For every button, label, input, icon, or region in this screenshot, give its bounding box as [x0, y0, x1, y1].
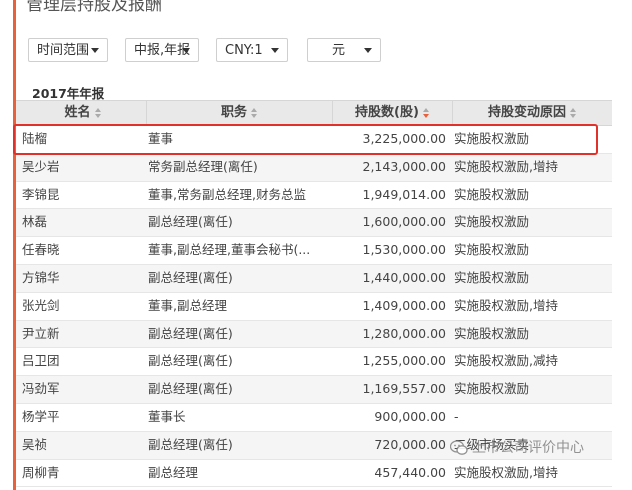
cell-reason: 实施股权激励,增持 — [454, 158, 558, 174]
unit-label: 元 — [332, 43, 346, 58]
cell-position: 常务副总经理(离任) — [148, 158, 258, 174]
cell-reason: 实施股权激励,增持 — [454, 297, 558, 313]
cell-position: 副总经理(离任) — [148, 269, 233, 285]
cell-shares: 457,440.00 — [374, 464, 446, 480]
chevron-down-icon — [182, 48, 190, 53]
table-row[interactable]: 林磊 副总经理(离任) 1,600,000.00 实施股权激励 — [16, 209, 612, 238]
chevron-down-icon — [91, 48, 99, 53]
cell-reason: 实施股权激励 — [454, 131, 530, 146]
table-row[interactable]: 方锦华 副总经理(离任) 1,440,000.00 实施股权激励 — [16, 264, 612, 293]
cell-shares: 1,409,000.00 — [362, 297, 447, 313]
cell-position: 董事,常务副总经理,财务总监 — [148, 186, 306, 202]
watermark-text: 上市公司评价中心 — [472, 440, 584, 456]
cell-name: 张光剑 — [22, 297, 60, 313]
column-header-name[interactable]: 姓名 — [20, 101, 146, 125]
cell-position: 副总经理(离任) — [148, 381, 233, 397]
cell-name: 杨学平 — [22, 408, 60, 424]
wechat-icon — [450, 440, 468, 455]
cell-shares: 1,255,000.00 — [362, 353, 447, 369]
cell-reason: - — [454, 408, 459, 424]
cell-reason: 实施股权激励 — [454, 381, 530, 397]
cell-shares: 720,000.00 — [374, 436, 446, 452]
sort-icon[interactable] — [570, 107, 577, 118]
cell-position: 董事 — [148, 131, 174, 146]
cell-position: 董事,副总经理,董事会秘书(... — [148, 242, 311, 258]
table-row[interactable]: 张光剑 董事,副总经理 1,409,000.00 实施股权激励,增持 — [16, 293, 612, 321]
cell-name: 周柳青 — [22, 464, 60, 480]
sort-icon[interactable] — [251, 107, 258, 118]
table-body: 陆榴 董事 3,225,000.00 实施股权激励 吴少岩 常务副总经理(离任) 2,143… — [16, 126, 612, 488]
cell-shares: 3,225,000.00 — [362, 131, 447, 146]
sort-desc-icon[interactable] — [422, 107, 430, 118]
cell-position: 副总经理(离任) — [148, 436, 233, 452]
table-row[interactable]: 李锦昆 董事,常务副总经理,财务总监 1,949,014.00 实施股权激励 — [16, 182, 612, 210]
table-row[interactable]: 吴少岩 常务副总经理(离任) 2,143,000.00 实施股权激励,增持 — [16, 153, 612, 182]
column-header-position[interactable]: 职务 — [146, 101, 332, 125]
cell-position: 董事长 — [148, 408, 186, 424]
chevron-down-icon — [364, 48, 372, 53]
table-row[interactable]: 陆榴 董事 3,225,000.00 实施股权激励 — [16, 126, 612, 154]
cell-name: 吕卫团 — [22, 353, 60, 369]
cell-reason: 实施股权激励 — [454, 214, 530, 230]
cell-reason: 实施股权激励 — [454, 242, 530, 258]
cell-position: 副总经理(离任) — [148, 325, 233, 341]
shareholding-table: 姓名 职务 持股数(股) 持股变动原因 陆榴 董事 3,225,000.00 实施股权… — [16, 100, 612, 488]
chevron-down-icon — [271, 48, 279, 53]
cell-name: 方锦华 — [22, 269, 60, 285]
cell-shares: 2,143,000.00 — [362, 158, 447, 174]
sort-icon[interactable] — [94, 107, 102, 118]
cell-name: 任春晓 — [22, 242, 60, 258]
column-header-shares[interactable]: 持股数(股) — [332, 101, 452, 125]
cell-reason: 实施股权激励 — [454, 269, 530, 285]
table-row[interactable]: 杨学平 董事长 900,000.00- — [16, 404, 612, 432]
cell-reason: 实施股权激励 — [454, 186, 530, 202]
table-row[interactable]: 吕卫团 副总经理(离任) 1,255,000.00 实施股权激励,减持 — [16, 348, 612, 377]
column-header-reason[interactable]: 持股变动原因 — [452, 101, 612, 125]
cell-shares: 900,000.00 — [374, 408, 446, 424]
cell-reason: 实施股权激励,减持 — [454, 353, 558, 369]
time-range-label: 时间范围 — [37, 43, 90, 58]
cell-name: 林磊 — [22, 214, 48, 230]
currency-select[interactable]: CNY:1 — [216, 38, 288, 62]
page-title: 管理层持股及报酬 — [26, 0, 162, 15]
table-header: 姓名 职务 持股数(股) 持股变动原因 — [16, 100, 612, 126]
cell-shares: 1,169,557.00 — [362, 381, 447, 397]
table-row[interactable]: 任春晓 董事,副总经理,董事会秘书(... 1,530,000.00 实施股权激励 — [16, 237, 612, 265]
cell-shares: 1,600,000.00 — [362, 214, 447, 230]
cell-name: 李锦昆 — [22, 186, 60, 202]
cell-shares: 1,530,000.00 — [362, 242, 447, 258]
cell-shares: 1,949,014.00 — [362, 186, 447, 202]
cell-shares: 1,280,000.00 — [362, 325, 447, 341]
report-type-select[interactable]: 中报,年报 — [125, 38, 199, 62]
unit-select[interactable]: 元 — [307, 38, 381, 62]
time-range-select[interactable]: 时间范围 — [28, 38, 108, 62]
cell-position: 副总经理(离任) — [148, 353, 233, 369]
cell-name: 陆榴 — [22, 131, 48, 146]
cell-position: 董事,副总经理 — [148, 297, 227, 313]
cell-name: 吴少岩 — [22, 158, 60, 174]
cell-position: 副总经理 — [148, 464, 199, 480]
cell-reason: 实施股权激励 — [454, 325, 530, 341]
cell-position: 副总经理(离任) — [148, 214, 233, 230]
cell-shares: 1,440,000.00 — [362, 269, 447, 285]
cell-reason: 实施股权激励,增持 — [454, 464, 558, 480]
table-row[interactable]: 尹立新 副总经理(离任) 1,280,000.00 实施股权激励 — [16, 320, 612, 349]
cell-name: 冯劲军 — [22, 381, 60, 397]
watermark: 上市公司评价中心 — [450, 437, 584, 459]
currency-label: CNY:1 — [225, 43, 263, 58]
table-row[interactable]: 冯劲军 副总经理(离任) 1,169,557.00 实施股权激励 — [16, 376, 612, 404]
table-row[interactable]: 周柳青 副总经理 457,440.00 实施股权激励,增持 — [16, 460, 612, 488]
cell-name: 尹立新 — [22, 325, 60, 341]
cell-name: 吴祯 — [22, 436, 48, 452]
